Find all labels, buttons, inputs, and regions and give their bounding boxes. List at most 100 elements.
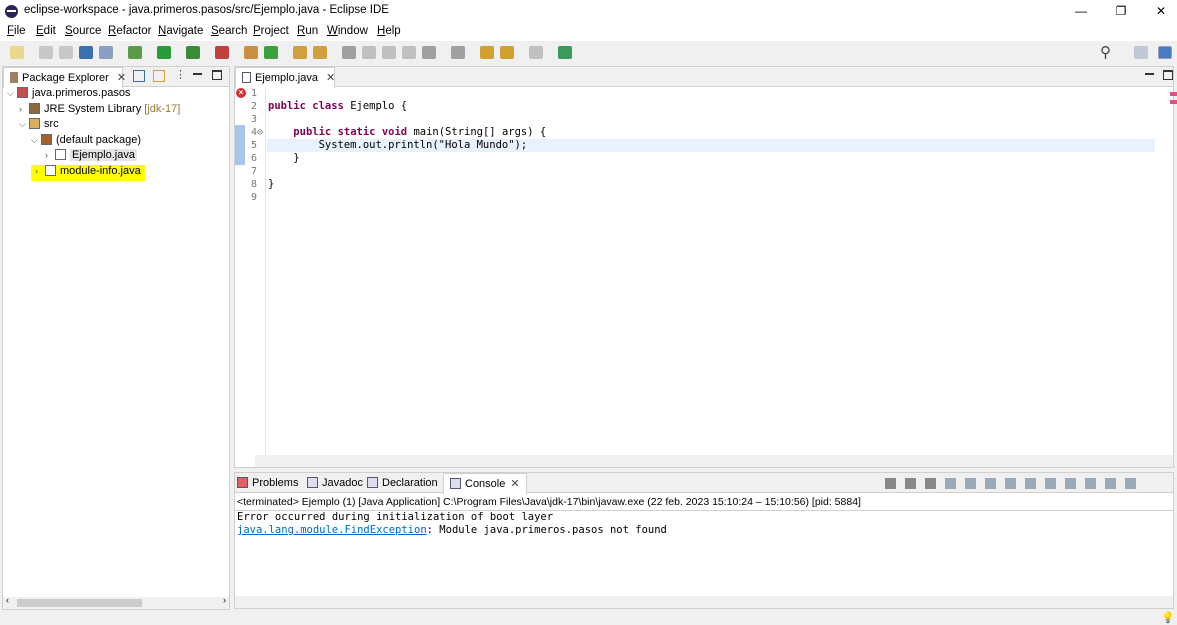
code-line[interactable]: } — [268, 178, 274, 191]
tab-javadoc[interactable]: Javadoc — [307, 477, 363, 489]
minimize-button[interactable]: — — [1066, 2, 1096, 20]
scroll-left-icon[interactable]: ‹ — [6, 595, 9, 605]
tree-item[interactable]: ⌵ src — [19, 118, 59, 133]
error-marker-icon[interactable]: × — [236, 88, 246, 98]
new-class-icon[interactable] — [264, 46, 278, 59]
tab-ejemplo-java[interactable]: Ejemplo.java ✕ — [235, 67, 335, 88]
coverage-icon[interactable] — [186, 46, 200, 59]
menu-navigate[interactable]: Navigate — [158, 25, 203, 37]
search-icon[interactable]: ⚲ — [1100, 43, 1111, 61]
back-icon[interactable] — [500, 46, 514, 59]
terminal-icon[interactable] — [79, 46, 93, 59]
skip-breakpoints-icon[interactable] — [99, 46, 113, 59]
debug-icon[interactable] — [128, 46, 142, 59]
chevron-down-icon[interactable]: ⌵ — [19, 119, 29, 130]
terminate-icon[interactable] — [885, 478, 896, 489]
minimize-icon[interactable] — [1145, 73, 1154, 75]
menu-refactor[interactable]: Refactor — [108, 25, 151, 37]
menu-edit[interactable]: Edit — [36, 25, 56, 37]
chevron-right-icon[interactable]: › — [45, 150, 55, 160]
code-line[interactable]: public static void main(String[] args) { — [268, 126, 546, 139]
overview-error-marker[interactable] — [1170, 92, 1177, 96]
chevron-down-icon[interactable]: ⌵ — [31, 135, 41, 146]
tree-item[interactable]: ⌵ (default package) — [31, 133, 141, 149]
word-wrap-icon[interactable] — [965, 478, 976, 489]
menu-help[interactable]: Help — [377, 25, 401, 37]
scrollbar-thumb[interactable] — [17, 599, 142, 607]
tab-problems[interactable]: Problems — [237, 477, 298, 489]
chevron-down-icon[interactable]: ⌵ — [7, 88, 17, 99]
run-icon[interactable] — [157, 46, 171, 59]
remove-launch-icon[interactable] — [905, 478, 916, 489]
restore-button[interactable]: ❐ — [1106, 2, 1136, 20]
maximize-icon[interactable] — [1163, 70, 1173, 80]
new-package-icon[interactable] — [244, 46, 258, 59]
display-console-icon[interactable] — [1065, 478, 1076, 489]
tree-item[interactable]: › Ejemplo.java — [45, 149, 137, 164]
minimize-icon[interactable] — [193, 73, 202, 75]
code-line[interactable]: public class Ejemplo { — [268, 100, 407, 113]
open-type-icon[interactable] — [293, 46, 307, 59]
tab-console[interactable]: Console ✕ — [443, 473, 527, 494]
editor-horizontal-scrollbar[interactable] — [255, 455, 1173, 467]
close-icon[interactable]: ✕ — [326, 72, 335, 84]
close-icon[interactable]: ✕ — [117, 72, 126, 84]
forward-icon[interactable] — [529, 46, 543, 59]
code-line[interactable]: } — [268, 152, 299, 165]
close-icon[interactable]: ✕ — [510, 478, 519, 490]
save-all-icon[interactable] — [59, 46, 73, 59]
chevron-right-icon[interactable]: › — [19, 104, 29, 114]
menu-run[interactable]: Run — [297, 25, 318, 37]
link-with-editor-icon[interactable] — [153, 70, 165, 82]
console-output-line[interactable]: Error occurred during initialization of … — [237, 511, 553, 524]
code-line[interactable]: System.out.println("Hola Mundo"); — [268, 139, 528, 152]
perspective-icon[interactable] — [1134, 46, 1148, 59]
horizontal-scrollbar[interactable]: ‹ › — [3, 595, 229, 609]
scroll-lock-icon[interactable] — [945, 478, 956, 489]
console-horizontal-scrollbar[interactable] — [235, 596, 1173, 608]
console-output-line[interactable]: java.lang.module.FindException: Module j… — [237, 524, 667, 537]
view-menu-icon[interactable]: ⋮ — [175, 68, 186, 81]
scroll-right-icon[interactable]: › — [223, 595, 226, 605]
remove-all-icon[interactable] — [925, 478, 936, 489]
collapse-all-icon[interactable] — [133, 70, 145, 82]
menu-bar: File Edit Source Refactor Navigate Search Proj… — [0, 22, 1177, 41]
exception-link[interactable]: java.lang.module.FindException — [237, 524, 427, 536]
pin-icon[interactable] — [342, 46, 356, 59]
menu-window[interactable]: Window — [327, 25, 368, 37]
prev-annotation-icon[interactable] — [451, 46, 465, 59]
maximize-icon[interactable] — [212, 70, 222, 80]
next-annotation-icon[interactable] — [422, 46, 436, 59]
tab-package-explorer[interactable]: Package Explorer ✕ — [3, 67, 126, 88]
menu-file[interactable]: File — [7, 25, 26, 37]
java-perspective-icon[interactable] — [1158, 46, 1172, 59]
mark-occurrences-icon[interactable] — [362, 46, 376, 59]
tree-item[interactable]: › JRE System Library [jdk-17] — [19, 102, 180, 118]
chevron-right-icon[interactable]: › — [35, 166, 45, 176]
tab-declaration[interactable]: Declaration — [367, 477, 438, 489]
maximize-icon[interactable] — [1125, 478, 1136, 489]
last-edit-icon[interactable] — [480, 46, 494, 59]
close-button[interactable]: ✕ — [1146, 2, 1176, 20]
new-console-icon[interactable] — [1045, 478, 1056, 489]
show-whitespace-icon[interactable] — [402, 46, 416, 59]
block-selection-icon[interactable] — [382, 46, 396, 59]
minimize-icon[interactable] — [1105, 478, 1116, 489]
menu-project[interactable]: Project — [253, 25, 289, 37]
tree-item[interactable]: › module-info.java — [31, 164, 145, 181]
tree-item[interactable]: ⌵ java.primeros.pasos — [7, 87, 130, 102]
open-console-icon[interactable] — [1085, 478, 1096, 489]
show-stdout-icon[interactable] — [1005, 478, 1016, 489]
pin-console-icon[interactable] — [985, 478, 996, 489]
new-icon[interactable] — [10, 46, 24, 59]
menu-search[interactable]: Search — [211, 25, 247, 37]
show-stderr-icon[interactable] — [1025, 478, 1036, 489]
tip-lightbulb-icon[interactable]: 💡 — [1161, 611, 1175, 624]
menu-source[interactable]: Source — [65, 25, 101, 37]
search-tool-icon[interactable] — [313, 46, 327, 59]
open-perspective-icon[interactable] — [558, 46, 572, 59]
save-icon[interactable] — [39, 46, 53, 59]
external-tools-icon[interactable] — [215, 46, 229, 59]
overview-error-marker[interactable] — [1170, 100, 1177, 104]
editor-vertical-scrollbar[interactable] — [1159, 87, 1173, 455]
